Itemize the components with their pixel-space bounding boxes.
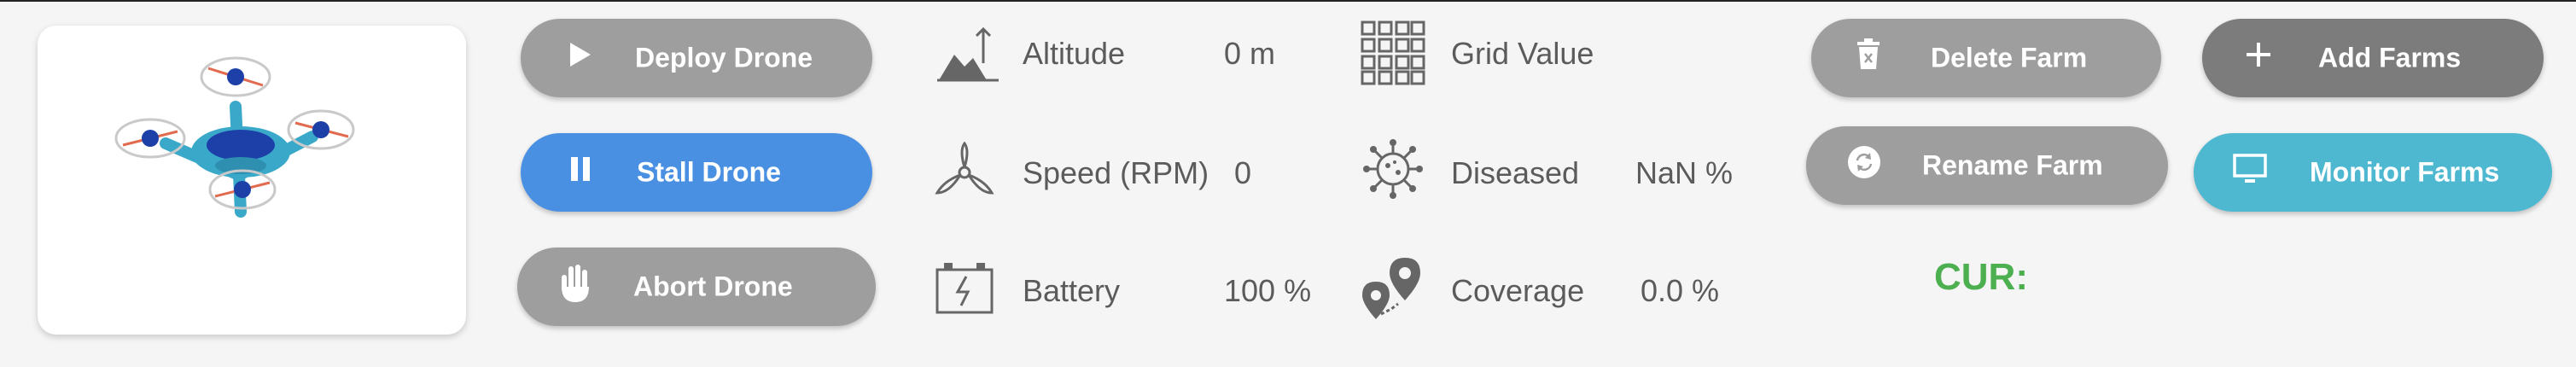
speed-label: Speed (RPM)	[1023, 155, 1209, 190]
altitude-value: 0 m	[1224, 36, 1276, 71]
rename-farm-label: Rename Farm	[1922, 149, 2103, 181]
battery-label: Battery	[1023, 273, 1121, 308]
rename-farm-button[interactable]: Rename Farm	[1806, 126, 2168, 205]
speed-value: 0	[1234, 155, 1252, 190]
grid-value-label: Grid Value	[1451, 36, 1594, 71]
trash-icon	[1856, 38, 1881, 78]
diseased-value: NaN %	[1635, 155, 1734, 190]
delete-farm-button[interactable]: Delete Farm	[1811, 19, 2161, 97]
battery-icon	[934, 259, 995, 320]
coverage-label: Coverage	[1451, 273, 1585, 308]
drone-icon	[114, 56, 355, 218]
hand-stop-icon	[557, 263, 594, 311]
monitor-farms-button[interactable]: Monitor Farms	[2194, 133, 2552, 212]
delete-farm-label: Delete Farm	[1931, 42, 2088, 73]
map-pins-icon	[1361, 256, 1425, 327]
grid-icon	[1361, 20, 1425, 90]
battery-value: 100 %	[1224, 273, 1312, 308]
deploy-drone-button[interactable]: Deploy Drone	[521, 19, 872, 97]
refresh-icon	[1847, 145, 1881, 186]
add-farms-button[interactable]: Add Farms	[2202, 19, 2544, 97]
pause-icon	[568, 155, 592, 189]
monitor-icon	[2233, 154, 2267, 191]
drone-image-card	[38, 26, 466, 335]
deploy-drone-label: Deploy Drone	[635, 42, 813, 73]
stall-drone-button[interactable]: Stall Drone	[521, 133, 872, 212]
top-border	[0, 0, 2576, 2]
current-status-label: CUR:	[1934, 256, 2028, 298]
propeller-icon	[934, 141, 995, 207]
diseased-label: Diseased	[1451, 155, 1580, 190]
stall-drone-label: Stall Drone	[637, 156, 781, 188]
altitude-icon	[935, 26, 1000, 86]
play-icon	[568, 41, 592, 75]
abort-drone-button[interactable]: Abort Drone	[517, 248, 876, 326]
add-farms-label: Add Farms	[2318, 42, 2462, 73]
monitor-farms-label: Monitor Farms	[2310, 156, 2500, 188]
plus-icon	[2245, 41, 2272, 75]
abort-drone-label: Abort Drone	[633, 271, 793, 302]
coverage-value: 0.0 %	[1641, 273, 1720, 308]
virus-icon	[1362, 138, 1424, 204]
altitude-label: Altitude	[1023, 36, 1126, 71]
